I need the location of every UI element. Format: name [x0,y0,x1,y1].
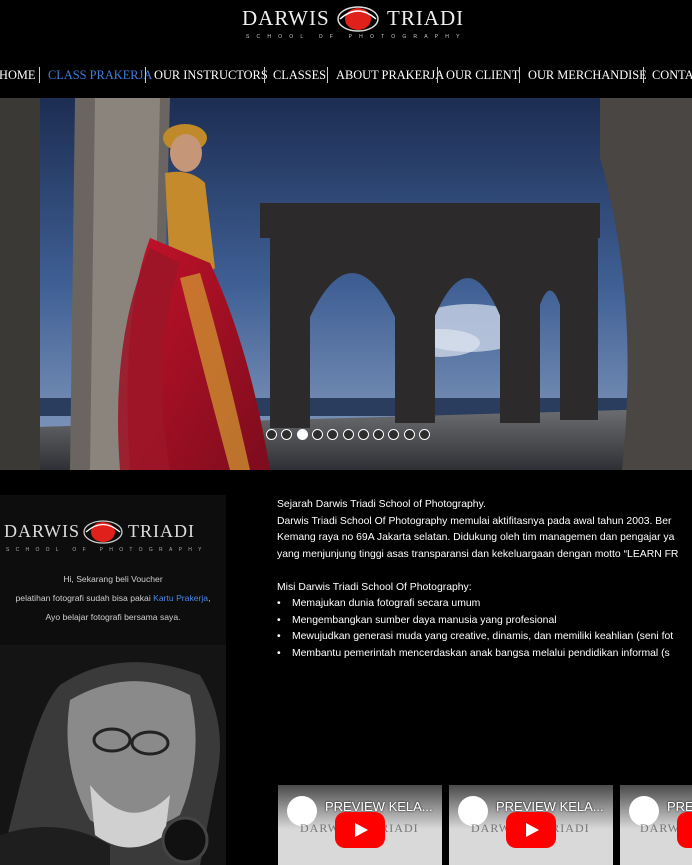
youtube-play-icon[interactable] [335,812,385,848]
logo-eye-icon [337,6,379,32]
mission-item: Mewujudkan generasi muda yang creative, … [277,629,692,646]
nav-divider [264,67,265,83]
nav-divider [643,67,644,83]
promo-line-2-text: pelatihan fotografi sudah bisa pakai [15,593,154,603]
logo-tagline: SCHOOL OF PHOTOGRAPHY [246,34,467,40]
nav-divider [437,67,438,83]
nav-home[interactable]: HOME [0,68,35,83]
nav-class-prakerja[interactable]: CLASS PRAKERJA [48,68,152,83]
nav-divider [39,67,40,83]
nav-divider [145,67,146,83]
video-thumbnail[interactable]: PREVIEW KELA... DARWIS ◉ TRIADI [449,785,613,865]
nav-our-merchandise[interactable]: OUR MERCHANDISE [528,68,647,83]
logo-text-left: DARWIS [242,6,330,30]
history-line: Kemang raya no 69A Jakarta selatan. Didu… [277,532,675,543]
instructor-portrait [0,645,226,865]
about-section: Sejarah Darwis Triadi School of Photogra… [277,497,692,662]
nav-divider [519,67,520,83]
slider-dot[interactable] [403,429,415,440]
youtube-play-icon[interactable] [677,812,692,848]
promo-line-2: pelatihan fotografi sudah bisa pakai Kar… [0,593,226,603]
slider-dot[interactable] [266,429,277,440]
nav-our-instructors[interactable]: OUR INSTRUCTORS [154,68,268,83]
logo-text-right: TRIADI [387,6,465,30]
slider-dot[interactable] [311,429,323,440]
promo-logo-eye-icon [83,520,123,544]
site-header: DARWIS TRIADI SCHOOL OF PHOTOGRAPHY [0,0,692,60]
slider-dot[interactable] [296,429,308,440]
nav-classes[interactable]: CLASSES [273,68,326,83]
mission-item: Mengembangkan sumber daya manusia yang p… [277,613,692,630]
youtube-play-icon[interactable] [506,812,556,848]
promo-logo-text-right: TRIADI [128,521,195,541]
nav-about-prakerja[interactable]: ABOUT PRAKERJA [336,68,444,83]
promo-logo-tagline: SCHOOL OF PHOTOGRAPHY [6,547,208,553]
history-title: Sejarah Darwis Triadi School of Photogra… [277,499,486,510]
video-thumbnail[interactable]: PREVIEW KELA... DARWIS ◉ TRIADI [278,785,442,865]
promo-line-2-suffix: , [208,593,211,603]
promo-logo: DARWIS TRIADI SCHOOL OF PHOTOGRAPHY [4,517,204,553]
mission-list: Memajukan dunia fotografi secara umum Me… [277,596,692,662]
site-logo[interactable]: DARWIS TRIADI SCHOOL OF PHOTOGRAPHY [242,2,465,44]
slider-dot[interactable] [357,429,369,440]
kartu-prakerja-link[interactable]: Kartu Prakerja [153,593,208,603]
nav-our-client[interactable]: OUR CLIENT [446,68,519,83]
mission-title: Misi Darwis Triadi School Of Photography… [277,581,472,593]
promo-line-3: Ayo belajar fotografi bersama saya. [45,612,181,622]
video-thumbnail[interactable]: PRE DARWI [620,785,692,865]
promo-logo-text-left: DARWIS [4,521,81,541]
promo-banner[interactable]: DARWIS TRIADI SCHOOL OF PHOTOGRAPHY Hi, … [0,495,226,865]
history-line: Darwis Triadi School Of Photography memu… [277,515,672,527]
slider-dot[interactable] [342,429,354,440]
slider-dot[interactable] [419,429,430,440]
hero-photo [0,98,692,470]
mission-item: Memajukan dunia fotografi secara umum [277,596,692,613]
nav-contact[interactable]: CONTACT [652,68,692,83]
history-line: yang menjunjung tinggi asas transparansi… [277,548,679,560]
mission-item: Membantu pemerintah mencerdaskan anak ba… [277,646,692,663]
promo-line-1: Hi, Sekarang beli Voucher [63,574,163,584]
hero-slide-image[interactable] [0,98,692,470]
nav-divider [327,67,328,83]
